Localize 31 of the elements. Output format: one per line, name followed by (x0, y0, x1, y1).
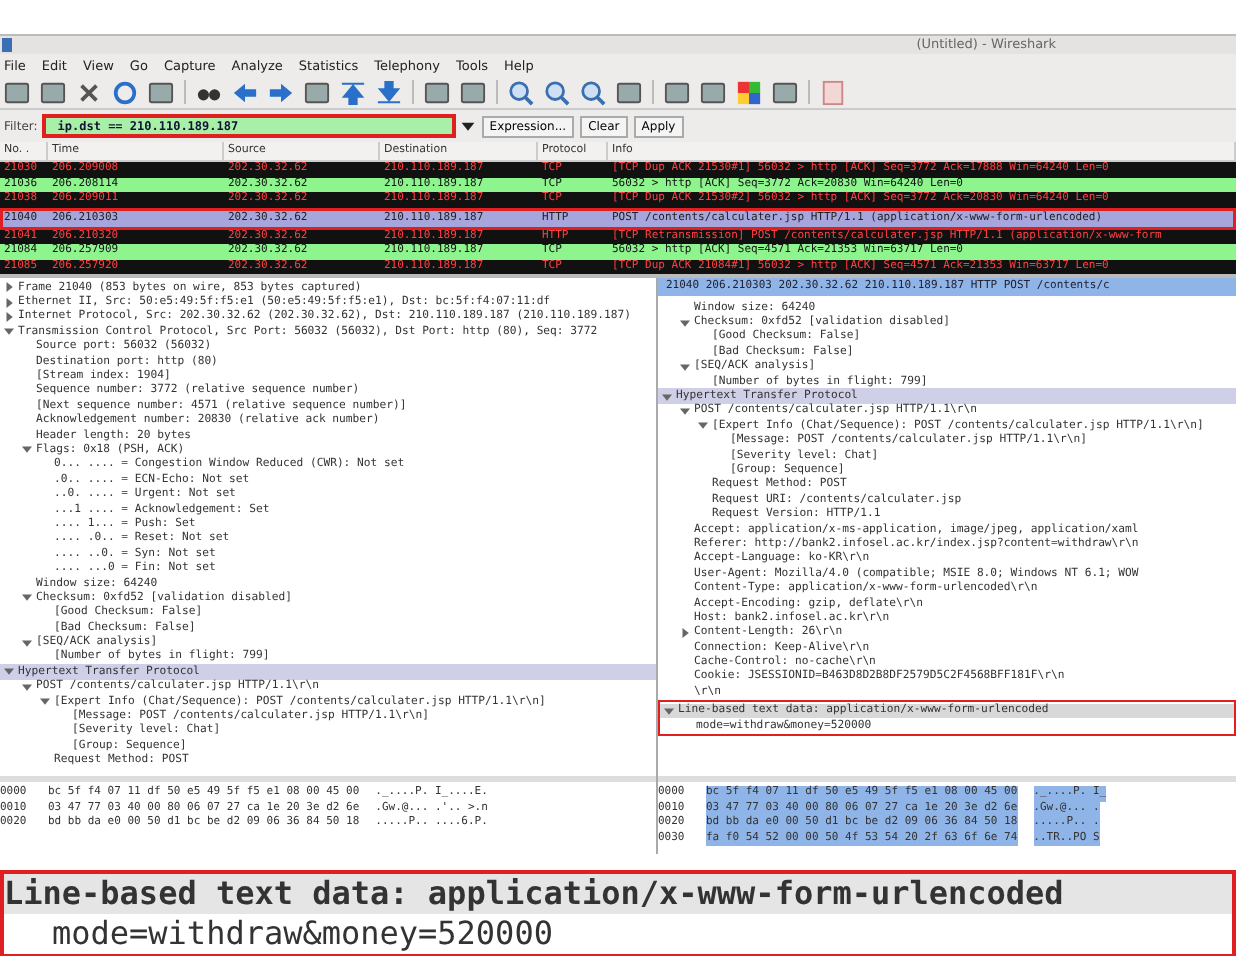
dropdown-icon[interactable] (459, 118, 476, 134)
zoom-in-icon[interactable] (508, 79, 534, 105)
forward-arrow-icon[interactable] (268, 79, 294, 105)
expander-icon[interactable] (662, 391, 672, 402)
expander-icon[interactable] (664, 705, 674, 716)
expander-icon[interactable] (680, 361, 690, 372)
close-icon[interactable] (76, 79, 102, 105)
expander-icon[interactable] (40, 696, 50, 707)
expander-icon[interactable] (698, 420, 708, 431)
expander-icon[interactable] (4, 666, 14, 677)
expander-icon[interactable] (22, 592, 32, 603)
expander-icon[interactable] (22, 444, 32, 455)
app-icon (2, 38, 12, 52)
palette-icon[interactable] (736, 79, 762, 105)
expander-icon[interactable] (680, 627, 690, 638)
zoom-out-icon[interactable] (544, 79, 570, 105)
expander-icon[interactable] (4, 326, 14, 337)
reload-icon[interactable] (112, 79, 138, 105)
expander-icon[interactable] (680, 317, 690, 328)
callout-value: mode=withdraw&money=520000 (50, 914, 555, 954)
zoom-reset-icon[interactable] (580, 79, 606, 105)
bottom-icon[interactable] (376, 79, 402, 105)
top-icon[interactable] (340, 79, 366, 105)
expander-icon[interactable] (4, 311, 14, 322)
back-arrow-icon[interactable] (232, 79, 258, 105)
expander-icon[interactable] (4, 282, 14, 293)
expander-icon[interactable] (680, 405, 690, 416)
expander-icon[interactable] (4, 297, 14, 308)
callout-title: Line-based text data: application/x-www-form-urlencoded (4, 874, 1232, 914)
expander-icon[interactable] (22, 681, 32, 692)
expander-icon[interactable] (22, 637, 32, 648)
